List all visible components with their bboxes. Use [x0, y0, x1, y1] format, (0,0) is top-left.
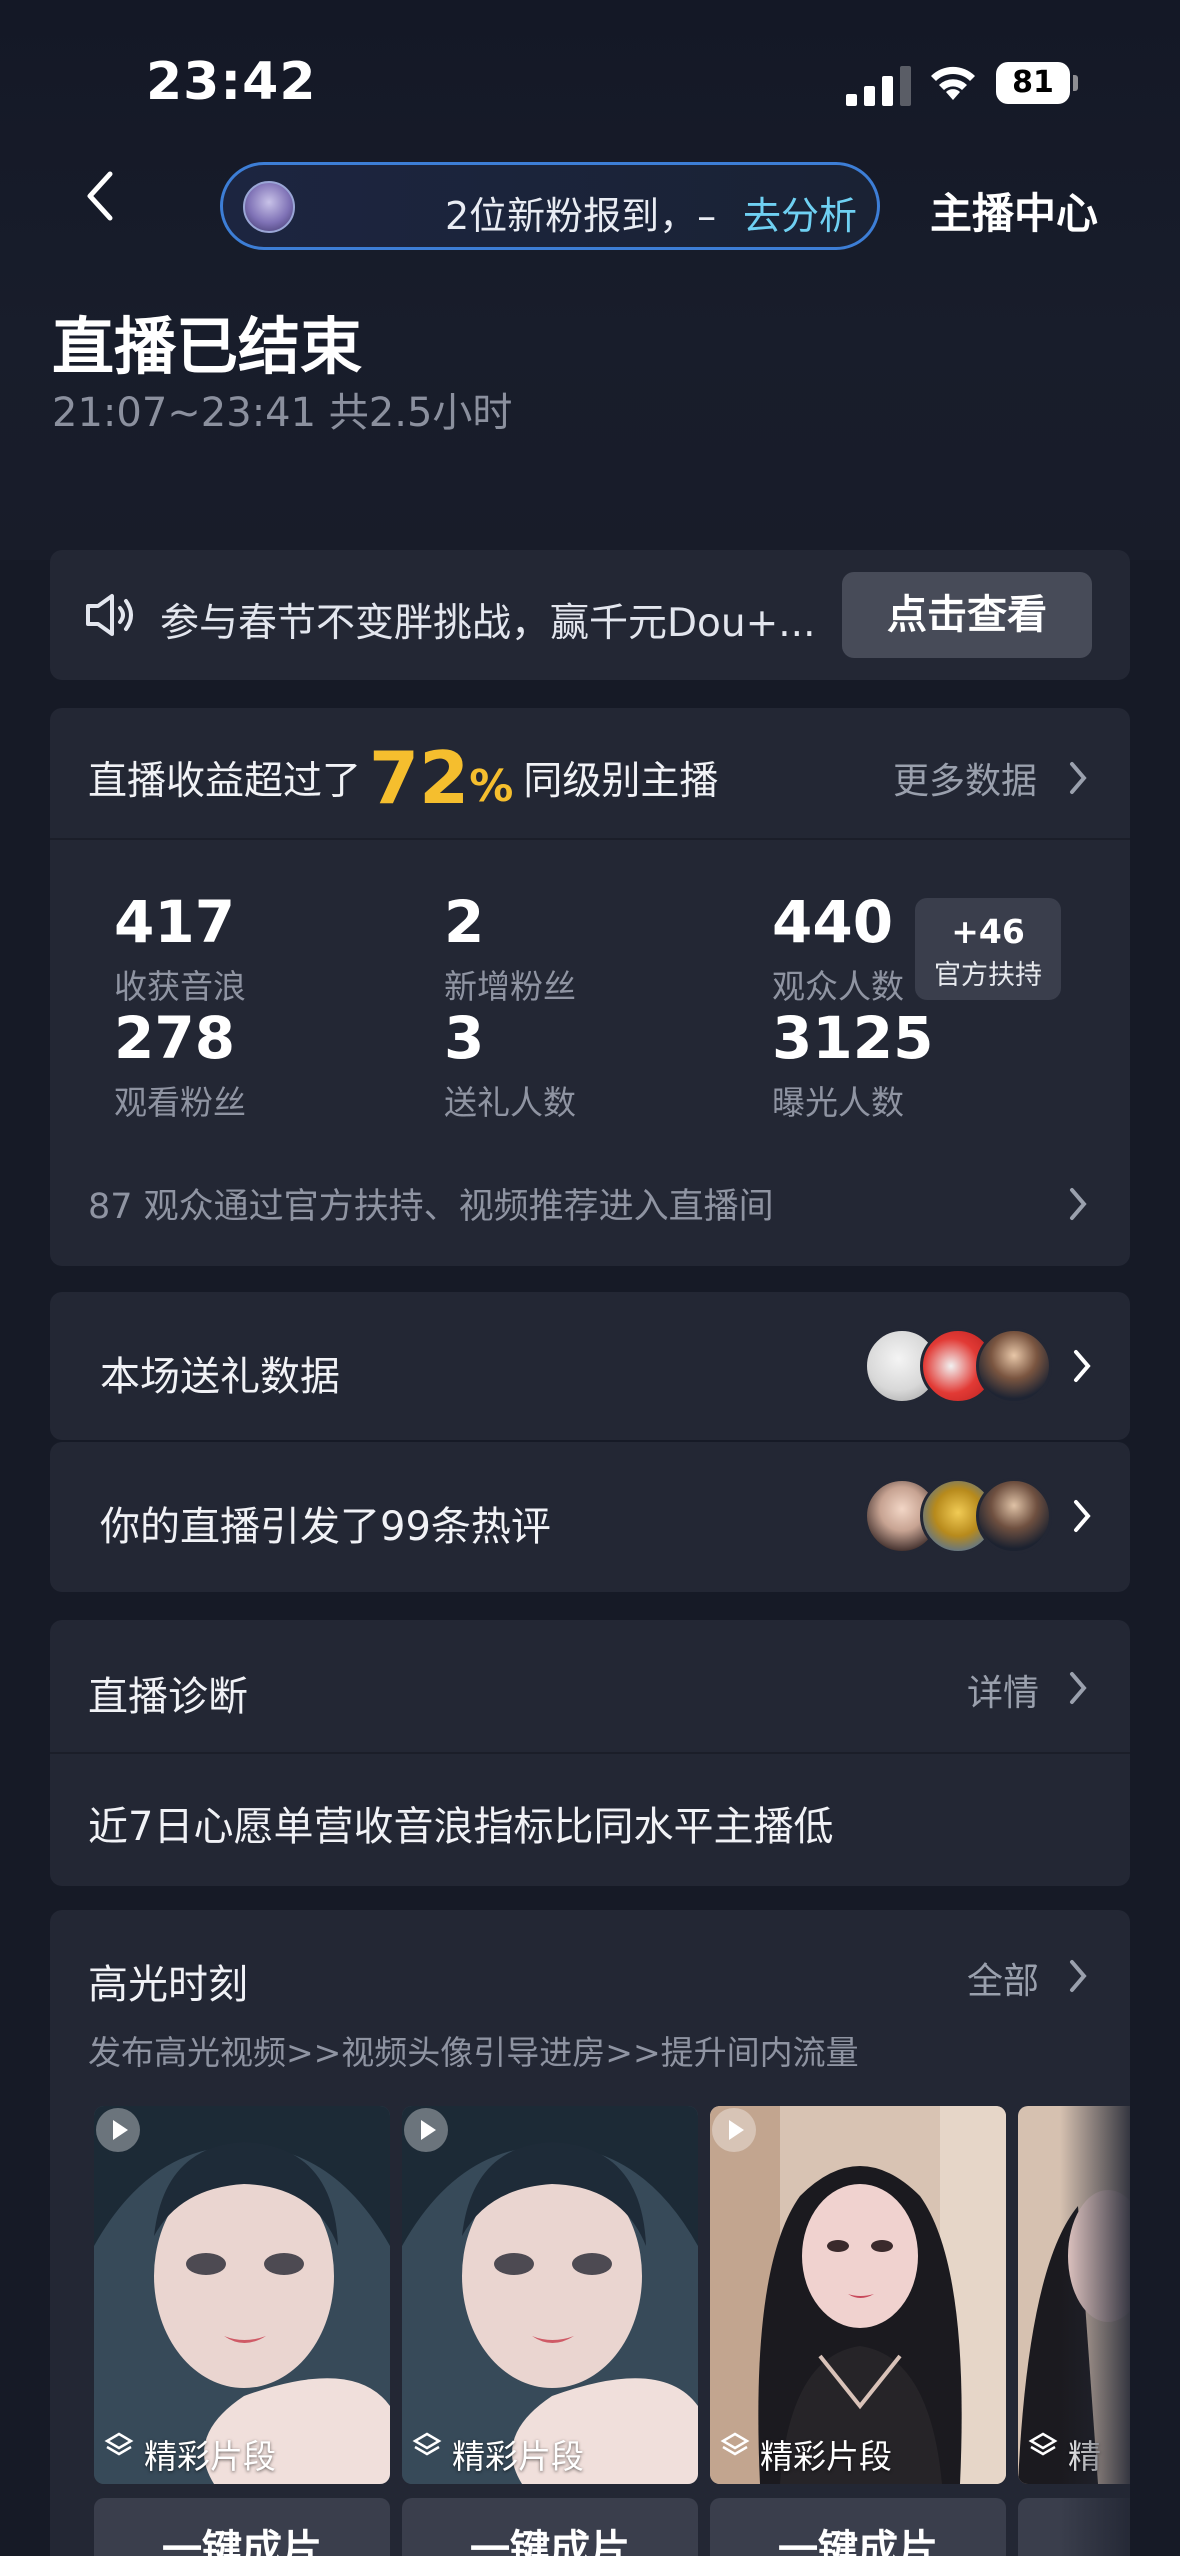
revenue-stats-card: 直播收益超过了 72 % 同级别主播 更多数据 417 收获音浪 2 新增粉丝 …	[50, 708, 1130, 1266]
status-time: 23:42	[146, 52, 317, 112]
hot-comments-row[interactable]: 你的直播引发了99条热评	[50, 1442, 1130, 1592]
clip-tag: 精彩片段	[104, 2430, 276, 2478]
highlights-subtitle: 发布高光视频>>视频头像引导进房>>提升间内流量	[88, 2033, 859, 2072]
one-click-edit-button[interactable]: 一键成片	[94, 2498, 390, 2556]
layers-icon	[1028, 2432, 1058, 2469]
live-duration: 21:07~23:41 共2.5小时	[52, 390, 513, 436]
clip-tag-label: 精彩片段	[760, 2437, 892, 2476]
stat-label: 观众人数	[772, 967, 904, 1006]
gift-data-title: 本场送礼数据	[100, 1354, 340, 1400]
support-label: 官方扶持	[934, 960, 1042, 991]
promo-text: 参与春节不变胖挑战，赢千元Dou+...	[160, 601, 816, 646]
battery-level: 81	[996, 62, 1070, 104]
layers-icon	[720, 2432, 750, 2469]
wifi-icon	[931, 66, 975, 100]
chevron-right-icon	[1074, 1350, 1091, 1382]
analyze-link[interactable]: 去分析	[743, 185, 857, 240]
one-click-edit-button[interactable]: 一键成片	[710, 2498, 1006, 2556]
stat-label: 收获音浪	[114, 967, 246, 1006]
avatar	[976, 1478, 1052, 1554]
layers-icon	[104, 2432, 134, 2469]
avatar	[976, 1328, 1052, 1404]
viewers-source-note[interactable]: 87 观众通过官方扶持、视频推荐进入直播间	[88, 1178, 774, 1229]
clip-portrait-image	[402, 2106, 698, 2484]
play-icon	[712, 2108, 756, 2152]
diagnosis-message: 近7日心愿单营收音浪指标比同水平主播低	[88, 1804, 834, 1850]
revenue-rank-line: 直播收益超过了 72 % 同级别主播	[88, 728, 718, 828]
hot-comments-title: 你的直播引发了99条热评	[100, 1504, 551, 1550]
diagnosis-detail-link[interactable]: 详情	[967, 1664, 1039, 1716]
clip-portrait-image	[94, 2106, 390, 2484]
stat-value: 440	[772, 888, 894, 956]
anchor-center-link[interactable]: 主播中心	[930, 180, 1098, 241]
official-support-badge: +46 官方扶持	[915, 898, 1061, 1000]
play-icon	[404, 2108, 448, 2152]
gift-data-row[interactable]: 本场送礼数据	[50, 1292, 1130, 1440]
new-fans-text: 2位新粉报到，–	[445, 194, 717, 238]
clip-tag-label: 精彩片段	[144, 2437, 276, 2476]
view-promo-button[interactable]: 点击查看	[842, 572, 1092, 658]
back-arrow-icon[interactable]	[74, 166, 128, 226]
chevron-right-icon[interactable]	[1066, 1668, 1090, 1708]
speaker-icon	[86, 594, 133, 636]
chevron-right-icon[interactable]	[1066, 1184, 1090, 1224]
clip-tag: 精彩片段	[720, 2430, 892, 2478]
stat-value: 3	[444, 1004, 485, 1072]
highlight-clip-thumbnail[interactable]: 精彩片段	[710, 2106, 1006, 2484]
one-click-edit-button[interactable]: 一键成片	[402, 2498, 698, 2556]
diagnosis-title: 直播诊断	[88, 1674, 248, 1720]
chevron-right-icon	[1074, 1500, 1091, 1532]
revenue-prefix: 直播收益超过了	[88, 759, 362, 804]
live-diagnosis-card: 直播诊断 详情 近7日心愿单营收音浪指标比同水平主播低	[50, 1620, 1130, 1886]
clip-tag-label: 精彩片段	[452, 2437, 584, 2476]
more-data-link[interactable]: 更多数据	[893, 752, 1037, 804]
highlights-all-link[interactable]: 全部	[967, 1952, 1039, 2004]
highlight-clip-thumbnail[interactable]: 精彩片段	[94, 2106, 390, 2484]
highlight-clips-strip[interactable]: 精彩片段 一键成片 精彩片段 一键成片 精彩片段 一键成片	[94, 2106, 1130, 2556]
stat-label: 观看粉丝	[114, 1083, 246, 1122]
promo-banner: 参与春节不变胖挑战，赢千元Dou+... 点击查看	[50, 550, 1130, 680]
stat-value: 278	[114, 1004, 236, 1072]
layers-icon	[412, 2432, 442, 2469]
stat-value: 2	[444, 888, 485, 956]
stat-label: 送礼人数	[444, 1083, 576, 1122]
page-title: 直播已结束	[52, 310, 363, 383]
stat-label: 新增粉丝	[444, 967, 576, 1006]
clip-portrait-image	[710, 2106, 1006, 2484]
new-fans-banner[interactable]: 2位新粉报到，– 去分析	[220, 162, 880, 250]
stat-label: 曝光人数	[772, 1083, 904, 1122]
revenue-percent: 72	[369, 736, 470, 820]
clip-tag: 精彩片段	[412, 2430, 584, 2478]
highlight-clip-thumbnail[interactable]: 精彩片段	[402, 2106, 698, 2484]
stat-value: 417	[114, 888, 236, 956]
support-delta: +46	[951, 912, 1025, 951]
chevron-right-icon	[1070, 762, 1087, 794]
battery-icon: 81	[996, 62, 1078, 104]
fan-avatar	[243, 181, 295, 233]
revenue-percent-sign: %	[469, 760, 514, 812]
cellular-signal-icon	[846, 66, 911, 106]
play-icon	[96, 2108, 140, 2152]
chevron-right-icon[interactable]	[1066, 1956, 1090, 1996]
scroll-fade	[1060, 2106, 1130, 2556]
revenue-suffix: 同级别主播	[523, 759, 719, 804]
highlights-card: 高光时刻 全部 发布高光视频>>视频头像引导进房>>提升间内流量 精彩片段 一键…	[50, 1910, 1130, 2556]
highlights-title: 高光时刻	[88, 1962, 248, 2008]
stat-value: 3125	[772, 1004, 934, 1072]
